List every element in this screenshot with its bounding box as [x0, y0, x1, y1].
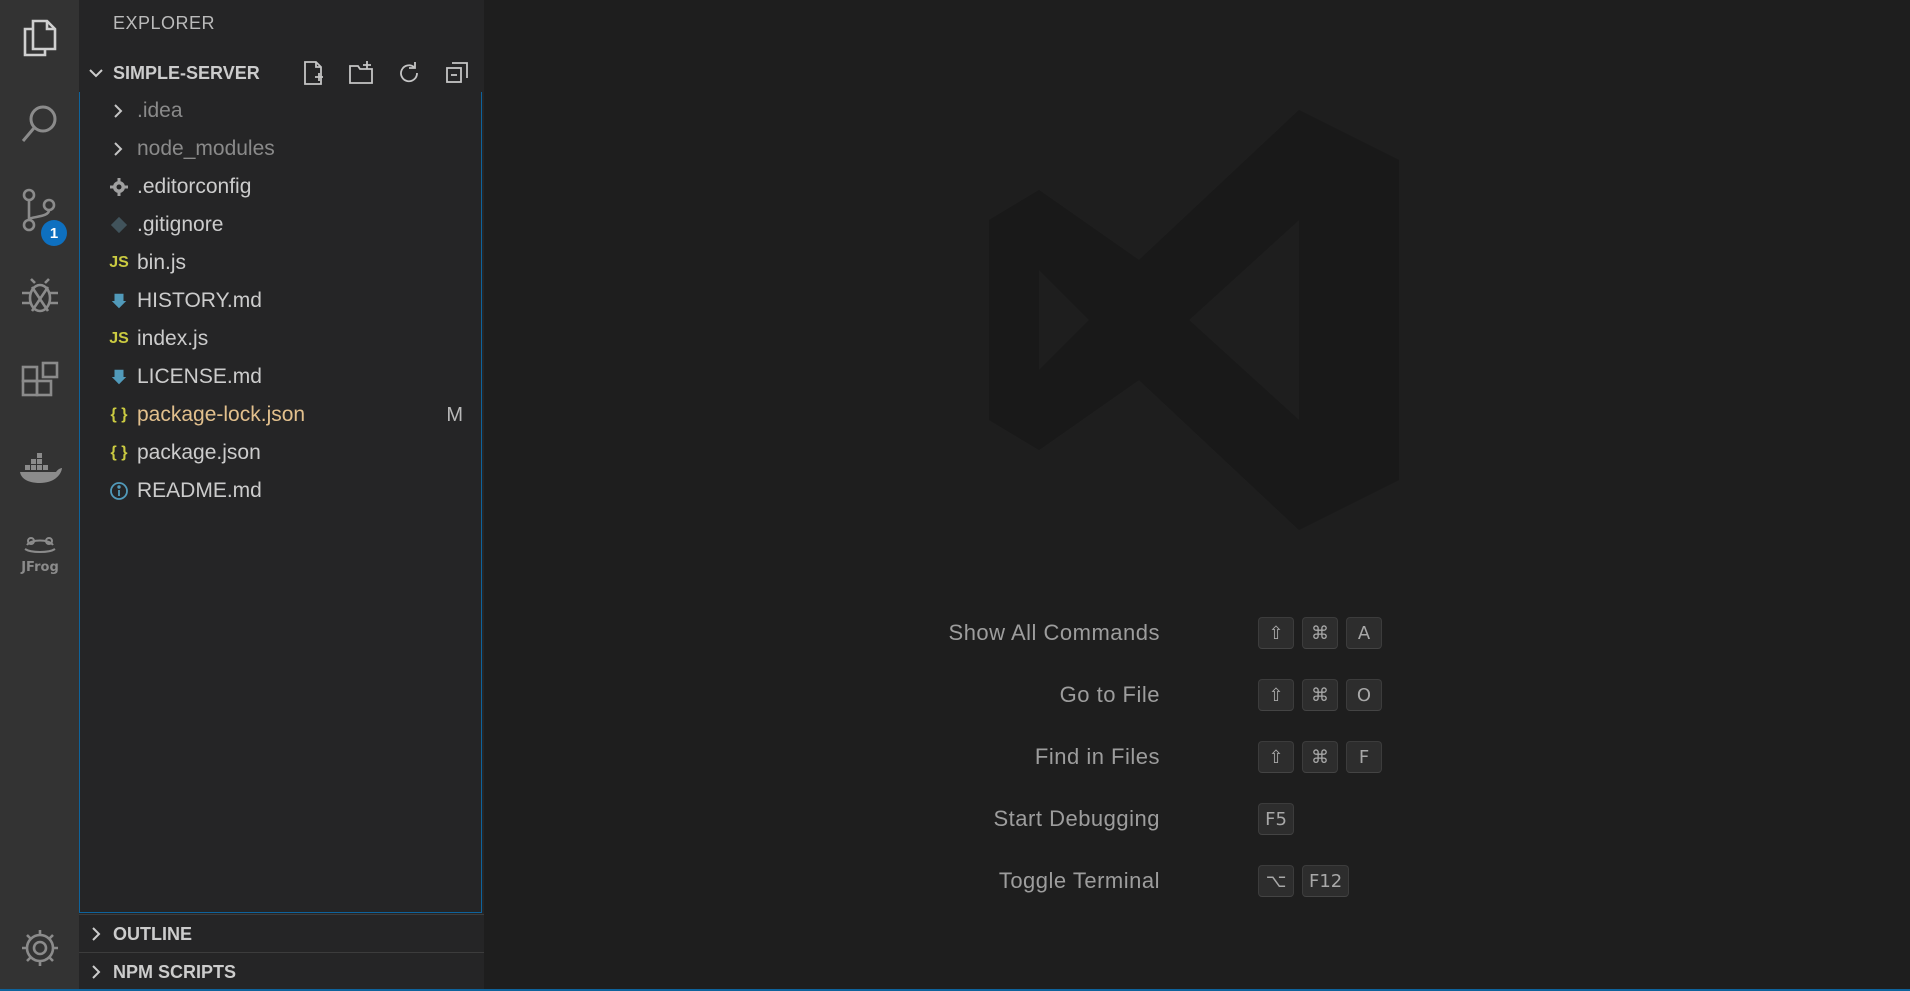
tree-item-label: package-lock.json — [137, 403, 306, 426]
tree-item-label: README.md — [137, 479, 262, 502]
shortcut-toggle-terminal: Toggle Terminal ⌥ F12 — [484, 862, 1910, 902]
tree-item-package-lock-json[interactable]: { } package-lock.json M — [80, 396, 481, 434]
tree-item-label: LICENSE.md — [137, 365, 262, 388]
shortcut-label: Go to File — [1059, 682, 1160, 707]
shortcut-label: Find in Files — [1034, 744, 1160, 769]
chevron-down-icon — [79, 54, 113, 92]
keycap-command: ⌘ — [1302, 617, 1338, 649]
tree-item-license-md[interactable]: LICENSE.md — [80, 358, 481, 396]
tree-item-idea[interactable]: .idea — [80, 92, 481, 130]
shortcut-find-in-files: Find in Files ⇧ ⌘ F — [484, 738, 1910, 778]
json-icon: { } — [110, 444, 128, 461]
git-icon — [106, 212, 132, 238]
info-icon — [106, 478, 132, 504]
keycap-command: ⌘ — [1302, 741, 1338, 773]
debug-icon[interactable] — [0, 266, 79, 326]
source-control-badge: 1 — [41, 220, 67, 246]
keycap-shift: ⇧ — [1258, 679, 1294, 711]
docker-icon[interactable] — [0, 438, 79, 498]
tree-item-bin-js[interactable]: JS bin.js — [80, 244, 481, 282]
source-control-icon[interactable]: 1 — [0, 180, 79, 246]
search-icon[interactable] — [0, 94, 79, 154]
json-icon: { } — [110, 406, 128, 423]
tree-item-node-modules[interactable]: node_modules — [80, 130, 481, 168]
shortcut-label: Start Debugging — [993, 806, 1160, 831]
svg-text:JFrog: JFrog — [20, 560, 59, 575]
keycap-o: O — [1346, 679, 1382, 711]
javascript-icon: JS — [109, 254, 129, 271]
activity-bar: 1 JFrog — [0, 0, 99, 991]
tree-item-label: package.json — [137, 441, 261, 464]
markdown-icon — [106, 288, 132, 314]
shortcut-show-all-commands: Show All Commands ⇧ ⌘ A — [484, 614, 1910, 654]
tree-item-label: HISTORY.md — [137, 289, 262, 312]
collapse-all-icon[interactable] — [438, 54, 476, 92]
shortcut-label: Show All Commands — [948, 620, 1160, 645]
tree-item-label: node_modules — [137, 137, 275, 160]
keycap-shift: ⇧ — [1258, 617, 1294, 649]
keycap-shift: ⇧ — [1258, 741, 1294, 773]
chevron-right-icon — [79, 953, 113, 991]
tree-item-label: .gitignore — [137, 213, 224, 236]
keycap-f5: F5 — [1258, 803, 1294, 835]
folder-header[interactable]: SIMPLE-SERVER — [79, 54, 484, 92]
tree-item-index-js[interactable]: JS index.js — [80, 320, 481, 358]
chevron-right-icon — [108, 139, 128, 159]
folder-name: SIMPLE-SERVER — [113, 62, 260, 83]
refresh-icon[interactable] — [390, 54, 428, 92]
tree-item-label: .idea — [137, 99, 183, 122]
chevron-right-icon — [108, 101, 128, 121]
section-label: NPM SCRIPTS — [113, 961, 237, 982]
new-file-icon[interactable] — [294, 54, 332, 92]
javascript-icon: JS — [109, 330, 129, 347]
shortcut-go-to-file: Go to File ⇧ ⌘ O — [484, 676, 1910, 716]
explorer-title: EXPLORER — [113, 13, 216, 33]
tree-item-label: bin.js — [137, 251, 187, 274]
tree-item-package-json[interactable]: { } package.json — [80, 434, 481, 472]
file-tree: .idea node_modules .editorconfig .gitign… — [79, 92, 482, 913]
jfrog-icon[interactable]: JFrog — [0, 524, 79, 584]
tree-item-editorconfig[interactable]: .editorconfig — [80, 168, 481, 206]
shortcut-start-debugging: Start Debugging F5 — [484, 800, 1910, 840]
keycap-f12: F12 — [1302, 865, 1350, 897]
tree-item-label: index.js — [137, 327, 209, 350]
tree-item-label: .editorconfig — [137, 175, 252, 198]
extensions-icon[interactable] — [0, 352, 79, 412]
vscode-watermark-logo — [989, 110, 1399, 530]
keycap-f: F — [1346, 741, 1382, 773]
sidebar-explorer: EXPLORER SIMPLE-SERVER .idea node_module… — [79, 0, 484, 991]
new-folder-icon[interactable] — [342, 54, 380, 92]
keycap-command: ⌘ — [1302, 679, 1338, 711]
editor-area: Show All Commands ⇧ ⌘ A Go to File ⇧ ⌘ O… — [484, 0, 1910, 991]
chevron-right-icon — [79, 915, 113, 953]
npm-scripts-section-header[interactable]: NPM SCRIPTS — [79, 952, 484, 991]
outline-section-header[interactable]: OUTLINE — [79, 914, 484, 953]
section-label: OUTLINE — [113, 923, 192, 944]
shortcut-label: Toggle Terminal — [998, 868, 1160, 893]
tree-item-readme-md[interactable]: README.md — [80, 472, 481, 510]
tree-item-gitignore[interactable]: .gitignore — [80, 206, 481, 244]
keycap-a: A — [1346, 617, 1382, 649]
keycap-option: ⌥ — [1258, 865, 1294, 897]
settings-gear-icon[interactable] — [0, 918, 79, 978]
explorer-icon[interactable] — [0, 8, 79, 68]
markdown-icon — [106, 364, 132, 390]
tree-item-history-md[interactable]: HISTORY.md — [80, 282, 481, 320]
git-status-badge: M — [446, 403, 463, 426]
gear-icon — [106, 174, 132, 200]
